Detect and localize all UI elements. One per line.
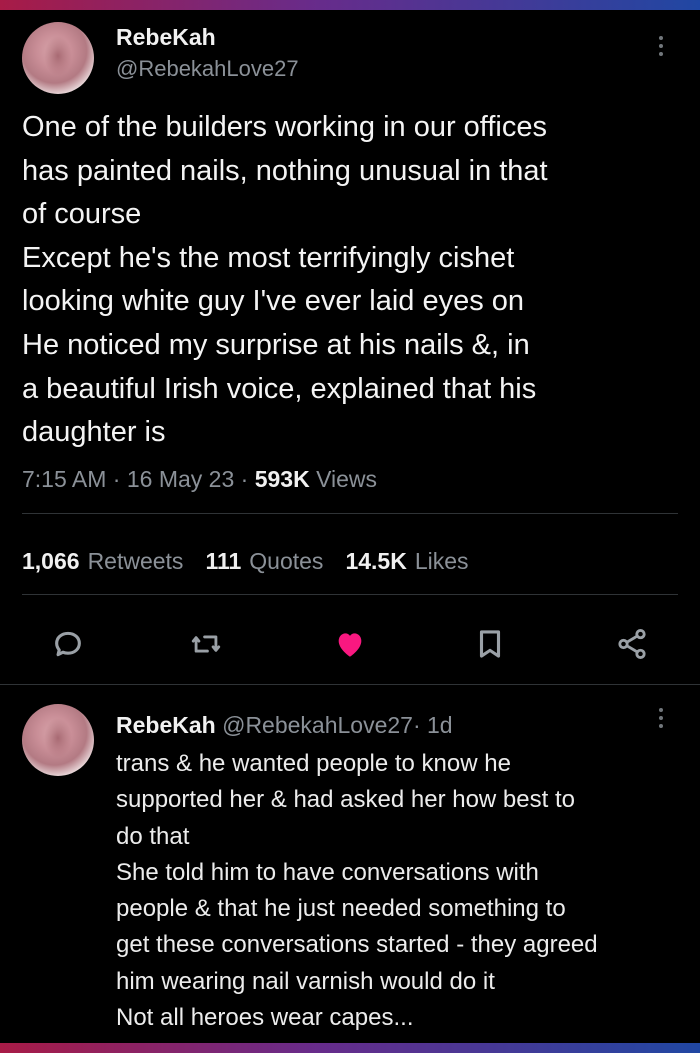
reply-age[interactable]: · 1d [413,712,453,738]
like-button[interactable] [330,624,370,664]
tweet-meta: 7:15 AM · 16 May 23 · 593K Views [22,466,378,492]
retweet-icon [191,635,221,653]
divider [22,594,678,595]
reply-header: RebeKah @RebekahLove27· 1d [116,712,453,739]
reply-button[interactable] [48,624,88,664]
divider [22,513,678,514]
reply-author-handle[interactable]: @RebekahLove27 [222,712,413,738]
reply-icon [55,631,81,657]
bookmark-icon [479,630,501,658]
likes-stat[interactable]: 14.5K Likes [345,548,468,575]
engagement-stats: 1,066 Retweets 111 Quotes 14.5K Likes [22,548,469,575]
tweet-date[interactable]: 16 May 23 [127,466,234,492]
reply-more-options-icon[interactable] [658,708,664,728]
tweet-card: RebeKah @RebekahLove27 One of the builde… [0,10,700,1043]
author-name[interactable]: RebeKah [116,24,216,51]
frame-top-edge [0,0,700,10]
author-handle[interactable]: @RebekahLove27 [116,56,299,82]
quotes-stat[interactable]: 111 Quotes [205,548,323,575]
action-bar [0,624,700,672]
retweets-stat[interactable]: 1,066 Retweets [22,548,183,575]
bookmark-button[interactable] [470,624,510,664]
views-count: 593K [254,466,310,492]
heart-filled-icon [338,633,362,657]
reply-avatar[interactable] [22,704,94,776]
frame-bottom-edge [0,1043,700,1053]
reply-author-name[interactable]: RebeKah [116,712,216,738]
avatar[interactable] [22,22,94,94]
share-nodes-icon [618,628,646,660]
retweet-button[interactable] [186,624,226,664]
reply-text: trans & he wanted people to know he supp… [116,750,598,1032]
tweet-text: One of the builders working in our offic… [22,111,548,449]
tweet-time[interactable]: 7:15 AM [22,466,106,492]
divider [0,684,700,685]
share-button[interactable] [612,624,652,664]
views-label: Views [316,466,378,492]
more-options-icon[interactable] [658,36,664,56]
